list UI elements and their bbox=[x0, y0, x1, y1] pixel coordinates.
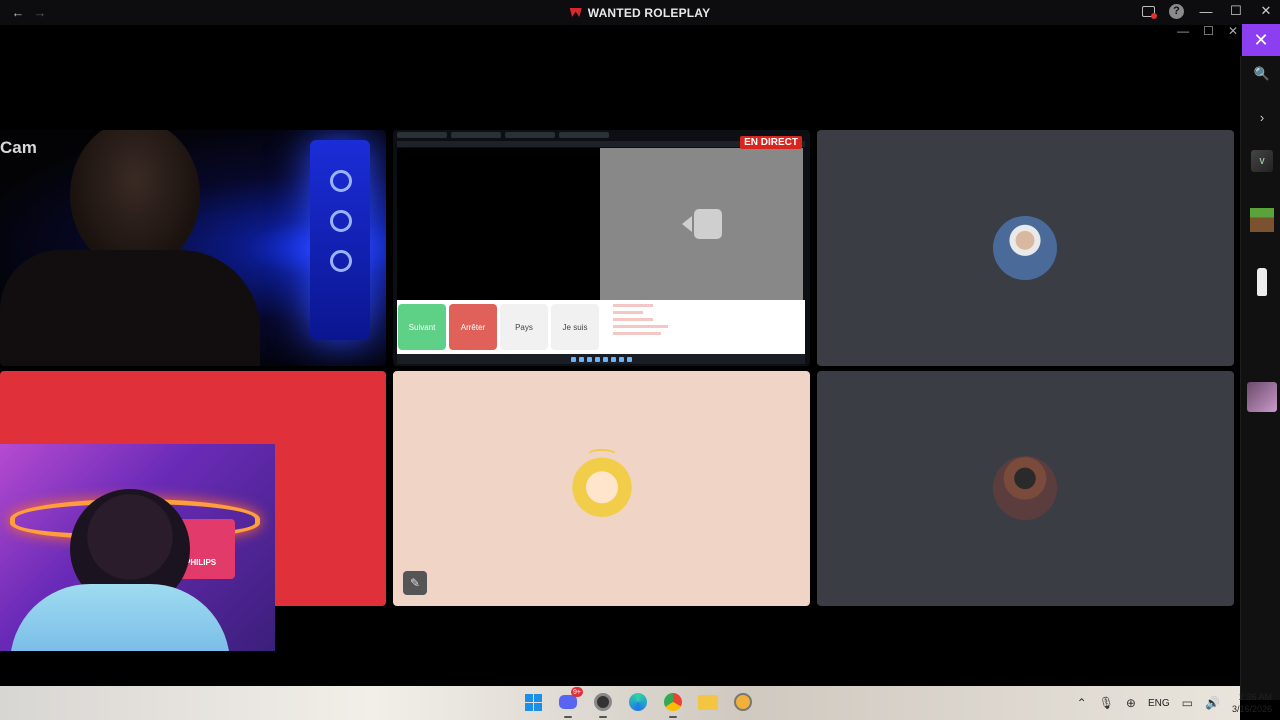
shared-taskbar bbox=[397, 354, 805, 364]
shared-video-local bbox=[397, 148, 600, 300]
fan-icon bbox=[330, 170, 352, 192]
window-title: WANTED ROLEPLAY bbox=[0, 0, 1280, 25]
inner-close-button[interactable]: ✕ bbox=[1228, 24, 1238, 38]
avatar bbox=[993, 456, 1057, 520]
participant-body bbox=[0, 250, 260, 366]
brave-icon[interactable] bbox=[730, 689, 756, 715]
cast-icon[interactable] bbox=[1142, 5, 1157, 19]
os-taskbar: 9+ bbox=[0, 686, 1240, 720]
video-tile-avatar-anime[interactable]: ✎ bbox=[393, 371, 810, 606]
network-icon[interactable]: ▭ bbox=[1182, 696, 1193, 710]
stop-button: Arrêter bbox=[449, 304, 497, 350]
overlay-close-button[interactable]: ✕ bbox=[1242, 24, 1280, 56]
shared-browser-tabs bbox=[397, 132, 797, 140]
avatar bbox=[993, 216, 1057, 280]
app-titlebar: ← → WANTED ROLEPLAY ? — ☐ ✕ bbox=[0, 0, 1280, 25]
minimize-button[interactable]: — bbox=[1198, 4, 1214, 19]
video-camera-icon bbox=[681, 209, 722, 239]
wanted-logo-icon bbox=[569, 8, 582, 17]
edge-icon[interactable] bbox=[625, 689, 651, 715]
microphone-icon[interactable]: 🎙 bbox=[1099, 696, 1114, 710]
clock-time: 2:36 AM bbox=[1238, 692, 1272, 702]
vpn-icon[interactable]: ⊕ bbox=[1126, 696, 1136, 710]
shared-video-remote bbox=[600, 148, 803, 300]
clock[interactable]: 2:36 AM 3/16/2026 bbox=[1232, 691, 1272, 715]
sidebar-item-gta[interactable]: V bbox=[1245, 150, 1279, 172]
video-tile-screenshare[interactable]: Suivant Arrêter Pays Je suis EN DIRECT bbox=[393, 130, 810, 366]
system-tray: ⌃ 🎙 ⊕ ENG ▭ 🔊 2:36 AM 3/16/2026 bbox=[1077, 686, 1272, 720]
server-icon bbox=[1247, 382, 1277, 412]
inner-window-controls: — ☐ ✕ bbox=[1177, 24, 1238, 38]
search-icon[interactable]: 🔍 bbox=[1245, 66, 1279, 82]
i-am-button: Je suis bbox=[551, 304, 599, 350]
window-title-text: WANTED ROLEPLAY bbox=[587, 5, 711, 20]
minecraft-icon bbox=[1250, 208, 1274, 232]
chevron-up-icon[interactable]: ⌃ bbox=[1077, 696, 1087, 710]
fan-icon bbox=[330, 250, 352, 272]
file-explorer-icon[interactable] bbox=[695, 689, 721, 715]
muted-mic-icon: ✎ bbox=[403, 571, 427, 595]
notification-badge: 9+ bbox=[571, 687, 583, 697]
country-button: Pays bbox=[500, 304, 548, 350]
avatar bbox=[569, 451, 635, 517]
shared-chat-log bbox=[613, 304, 693, 348]
sidebar-item-minecraft[interactable] bbox=[1245, 208, 1279, 232]
participant-face bbox=[70, 130, 200, 270]
close-button[interactable]: ✕ bbox=[1258, 3, 1274, 19]
discord-icon[interactable]: 9+ bbox=[555, 687, 583, 718]
gta-icon: V bbox=[1251, 150, 1273, 172]
clock-date: 3/16/2026 bbox=[1231, 704, 1272, 714]
next-button: Suivant bbox=[398, 304, 446, 350]
maximize-button[interactable]: ☐ bbox=[1228, 3, 1244, 19]
help-icon[interactable]: ? bbox=[1169, 3, 1184, 19]
chevron-right-icon[interactable]: › bbox=[1245, 110, 1279, 125]
streamer-body bbox=[10, 584, 230, 651]
obs-icon[interactable] bbox=[590, 689, 616, 718]
live-badge: EN DIRECT bbox=[740, 136, 802, 149]
windows-start-icon[interactable] bbox=[520, 689, 546, 715]
video-tile-cam[interactable]: Cam bbox=[0, 130, 386, 366]
inner-minimize-button[interactable]: — bbox=[1177, 24, 1189, 38]
jersey-text: PHILIPS bbox=[185, 558, 217, 567]
window-controls: ? — ☐ ✕ bbox=[1142, 3, 1274, 19]
video-tile-avatar-1[interactable] bbox=[817, 130, 1234, 366]
video-tile-avatar-2[interactable] bbox=[817, 371, 1234, 606]
language-indicator[interactable]: ENG bbox=[1148, 698, 1170, 709]
volume-icon[interactable]: 🔊 bbox=[1205, 696, 1220, 710]
participant-name: Cam bbox=[0, 138, 37, 157]
inner-maximize-button[interactable]: ☐ bbox=[1203, 24, 1214, 38]
bottle-icon bbox=[1257, 268, 1267, 296]
shared-controls-panel: Suivant Arrêter Pays Je suis bbox=[397, 300, 805, 354]
close-icon: ✕ bbox=[1253, 29, 1269, 50]
streamer-webcam-overlay: PHILIPS bbox=[0, 444, 275, 651]
sidebar-item-server[interactable] bbox=[1245, 382, 1279, 412]
sidebar-item-app[interactable] bbox=[1245, 268, 1279, 296]
chrome-icon[interactable] bbox=[660, 689, 686, 718]
right-sidebar: 🔍 › V bbox=[1240, 56, 1280, 700]
taskbar-apps: 9+ bbox=[520, 687, 756, 718]
fan-icon bbox=[330, 210, 352, 232]
